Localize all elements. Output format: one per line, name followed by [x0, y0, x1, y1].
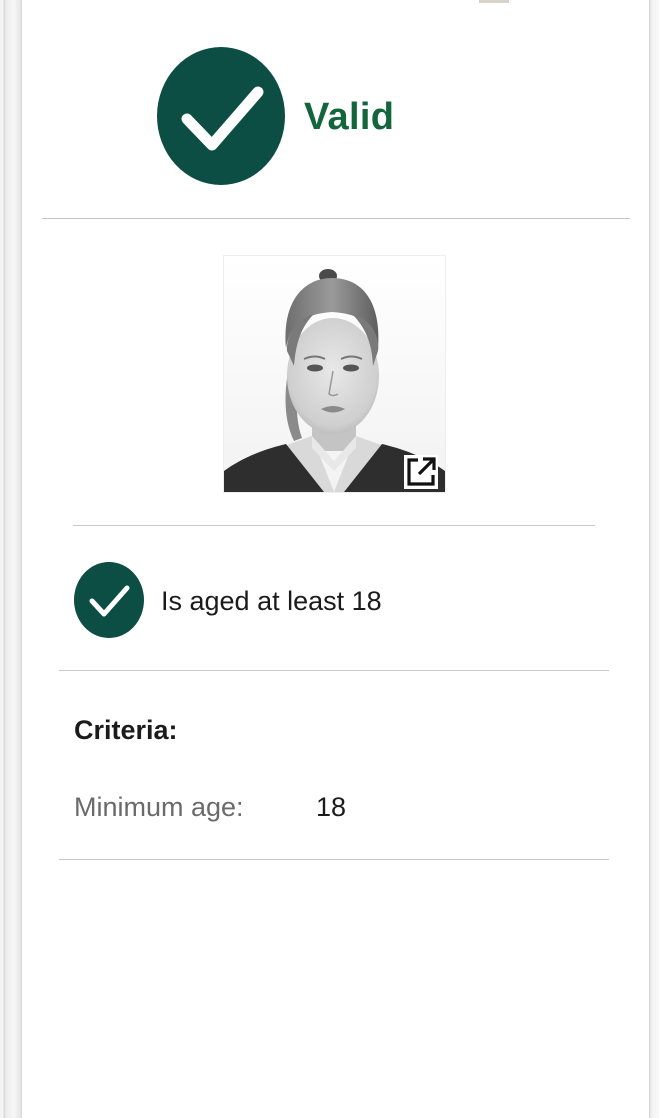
- checkmark-icon: [181, 86, 264, 151]
- checkmark-icon: [89, 585, 130, 617]
- verification-result-panel: Valid Is aged at least 18 Criteria: Mini…: [22, 0, 649, 1118]
- criteria-divider: [59, 859, 609, 860]
- valid-status-badge: [157, 47, 285, 185]
- right-edge: [649, 0, 659, 1118]
- check-passed-badge: [74, 562, 144, 638]
- header-divider: [42, 218, 630, 219]
- checks-divider: [59, 670, 609, 671]
- top-edge-mark: [479, 0, 509, 3]
- status-label: Valid: [304, 96, 395, 138]
- left-edge: [0, 0, 22, 1118]
- screen: Valid Is aged at least 18 Criteria: Mini…: [0, 0, 659, 1118]
- minimum-age-value: 18: [316, 792, 347, 822]
- criteria-heading: Criteria:: [74, 715, 178, 745]
- check-label-age: Is aged at least 18: [161, 586, 382, 616]
- open-in-new-icon: [404, 455, 438, 489]
- open-photo-button[interactable]: [404, 455, 438, 489]
- minimum-age-label: Minimum age:: [74, 792, 244, 822]
- photo-divider: [73, 525, 595, 526]
